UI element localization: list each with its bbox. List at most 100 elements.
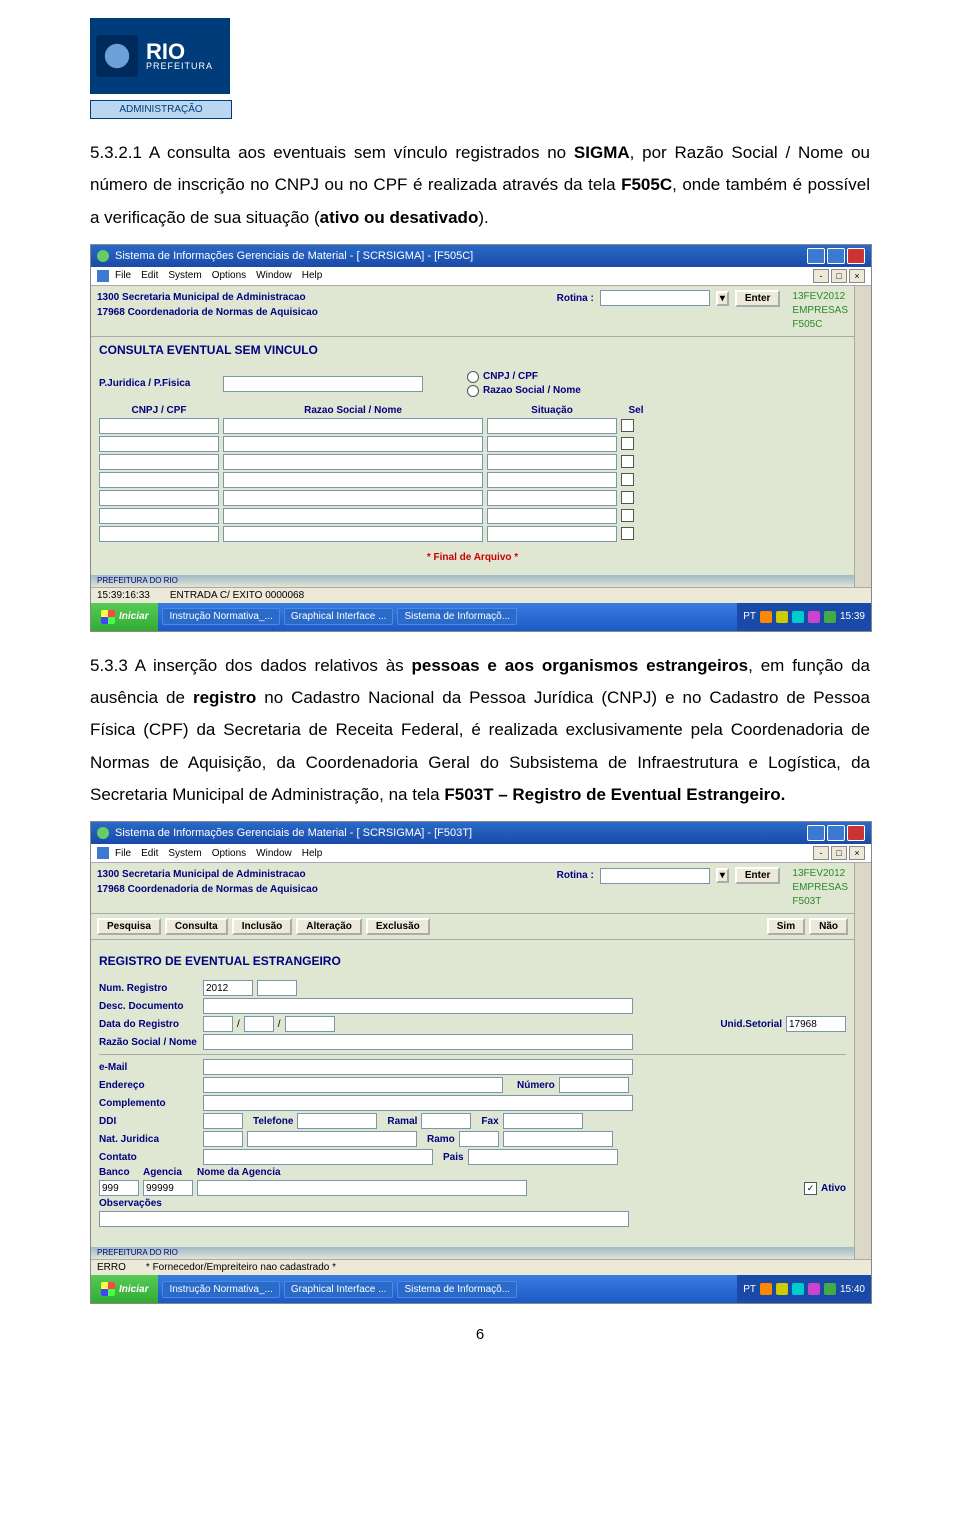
sel-checkbox[interactable] bbox=[621, 437, 634, 450]
desc-input[interactable] bbox=[203, 998, 633, 1014]
tab-alteracao[interactable]: Alteração bbox=[296, 918, 362, 935]
tray-icon[interactable] bbox=[824, 611, 836, 623]
dropdown-icon[interactable]: ▾ bbox=[716, 291, 729, 306]
mdi-minimize-icon[interactable]: - bbox=[813, 269, 829, 283]
menu-file[interactable]: File bbox=[115, 848, 131, 859]
sel-checkbox[interactable] bbox=[621, 491, 634, 504]
comp-input[interactable] bbox=[203, 1095, 633, 1111]
num-input[interactable] bbox=[203, 980, 253, 996]
ativo-checkbox[interactable]: ✓ bbox=[804, 1182, 817, 1195]
cell-sit[interactable] bbox=[487, 454, 617, 470]
cell-sit[interactable] bbox=[487, 418, 617, 434]
cell-cnpj[interactable] bbox=[99, 490, 219, 506]
lang-indicator[interactable]: PT bbox=[743, 611, 756, 622]
window-titlebar[interactable]: Sistema de Informações Gerenciais de Mat… bbox=[91, 245, 871, 267]
menu-window[interactable]: Window bbox=[256, 848, 292, 859]
nomeag-input[interactable] bbox=[197, 1180, 527, 1196]
menu-file[interactable]: File bbox=[115, 270, 131, 281]
minimize-icon[interactable] bbox=[807, 825, 825, 841]
tab-exclusao[interactable]: Exclusão bbox=[366, 918, 430, 935]
email-input[interactable] bbox=[203, 1059, 633, 1075]
sel-checkbox[interactable] bbox=[621, 527, 634, 540]
pais-input[interactable] bbox=[468, 1149, 618, 1165]
sel-checkbox[interactable] bbox=[621, 509, 634, 522]
maximize-icon[interactable] bbox=[827, 248, 845, 264]
taskbar-item[interactable]: Graphical Interface ... bbox=[284, 608, 394, 625]
ramo-input[interactable] bbox=[459, 1131, 499, 1147]
tray-icon[interactable] bbox=[776, 1283, 788, 1295]
ramo-desc-input[interactable] bbox=[503, 1131, 613, 1147]
tab-inclusao[interactable]: Inclusão bbox=[232, 918, 293, 935]
scrollbar-vertical[interactable] bbox=[854, 286, 871, 587]
cell-cnpj[interactable] bbox=[99, 418, 219, 434]
lang-indicator[interactable]: PT bbox=[743, 1284, 756, 1295]
scrollbar-vertical[interactable] bbox=[854, 863, 871, 1259]
radio-razao[interactable] bbox=[467, 385, 479, 397]
unid-input[interactable] bbox=[786, 1016, 846, 1032]
cell-sit[interactable] bbox=[487, 508, 617, 524]
menu-edit[interactable]: Edit bbox=[141, 848, 158, 859]
tray-icon[interactable] bbox=[808, 1283, 820, 1295]
rotina-input[interactable] bbox=[600, 868, 710, 884]
razao-input[interactable] bbox=[203, 1034, 633, 1050]
taskbar-item[interactable]: Sistema de Informaçõ... bbox=[397, 1281, 517, 1298]
cell-razao[interactable] bbox=[223, 436, 483, 452]
cell-cnpj[interactable] bbox=[99, 454, 219, 470]
taskbar-item[interactable]: Instrução Normativa_... bbox=[162, 1281, 279, 1298]
num-seq-input[interactable] bbox=[257, 980, 297, 996]
mdi-close-icon[interactable]: × bbox=[849, 846, 865, 860]
nat-desc-input[interactable] bbox=[247, 1131, 417, 1147]
agencia-input[interactable] bbox=[143, 1180, 193, 1196]
sel-checkbox[interactable] bbox=[621, 473, 634, 486]
cell-razao[interactable] bbox=[223, 490, 483, 506]
tray-icon[interactable] bbox=[808, 611, 820, 623]
menu-window[interactable]: Window bbox=[256, 270, 292, 281]
cell-razao[interactable] bbox=[223, 508, 483, 524]
sel-checkbox[interactable] bbox=[621, 419, 634, 432]
cell-sit[interactable] bbox=[487, 472, 617, 488]
menu-help[interactable]: Help bbox=[302, 270, 323, 281]
maximize-icon[interactable] bbox=[827, 825, 845, 841]
ramal-input[interactable] bbox=[421, 1113, 471, 1129]
cell-cnpj[interactable] bbox=[99, 508, 219, 524]
sel-checkbox[interactable] bbox=[621, 455, 634, 468]
cell-sit[interactable] bbox=[487, 526, 617, 542]
start-button[interactable]: Iniciar bbox=[91, 603, 158, 631]
close-icon[interactable] bbox=[847, 248, 865, 264]
nao-button[interactable]: Não bbox=[809, 918, 848, 935]
data-y[interactable] bbox=[285, 1016, 335, 1032]
cell-sit[interactable] bbox=[487, 436, 617, 452]
cell-cnpj[interactable] bbox=[99, 526, 219, 542]
cell-razao[interactable] bbox=[223, 418, 483, 434]
tray-icon[interactable] bbox=[792, 611, 804, 623]
ddi-input[interactable] bbox=[203, 1113, 243, 1129]
tab-consulta[interactable]: Consulta bbox=[165, 918, 228, 935]
tray-icon[interactable] bbox=[776, 611, 788, 623]
mdi-close-icon[interactable]: × bbox=[849, 269, 865, 283]
mdi-restore-icon[interactable]: □ bbox=[831, 846, 847, 860]
radio-cnpj-cpf[interactable] bbox=[467, 371, 479, 383]
end-input[interactable] bbox=[203, 1077, 503, 1093]
taskbar-item[interactable]: Graphical Interface ... bbox=[284, 1281, 394, 1298]
menu-options[interactable]: Options bbox=[212, 848, 246, 859]
numero-input[interactable] bbox=[559, 1077, 629, 1093]
menu-help[interactable]: Help bbox=[302, 848, 323, 859]
dropdown-icon[interactable]: ▾ bbox=[716, 868, 729, 883]
tab-pesquisa[interactable]: Pesquisa bbox=[97, 918, 161, 935]
cell-sit[interactable] bbox=[487, 490, 617, 506]
contato-input[interactable] bbox=[203, 1149, 433, 1165]
cell-razao[interactable] bbox=[223, 472, 483, 488]
data-m[interactable] bbox=[244, 1016, 274, 1032]
data-d[interactable] bbox=[203, 1016, 233, 1032]
cell-cnpj[interactable] bbox=[99, 436, 219, 452]
start-button[interactable]: Iniciar bbox=[91, 1275, 158, 1303]
cell-razao[interactable] bbox=[223, 454, 483, 470]
menu-system[interactable]: System bbox=[168, 848, 201, 859]
rotina-input[interactable] bbox=[600, 290, 710, 306]
taskbar-item[interactable]: Sistema de Informaçõ... bbox=[397, 608, 517, 625]
taskbar-item[interactable]: Instrução Normativa_... bbox=[162, 608, 279, 625]
menu-options[interactable]: Options bbox=[212, 270, 246, 281]
tray-icon[interactable] bbox=[792, 1283, 804, 1295]
tel-input[interactable] bbox=[297, 1113, 377, 1129]
sim-button[interactable]: Sim bbox=[767, 918, 805, 935]
